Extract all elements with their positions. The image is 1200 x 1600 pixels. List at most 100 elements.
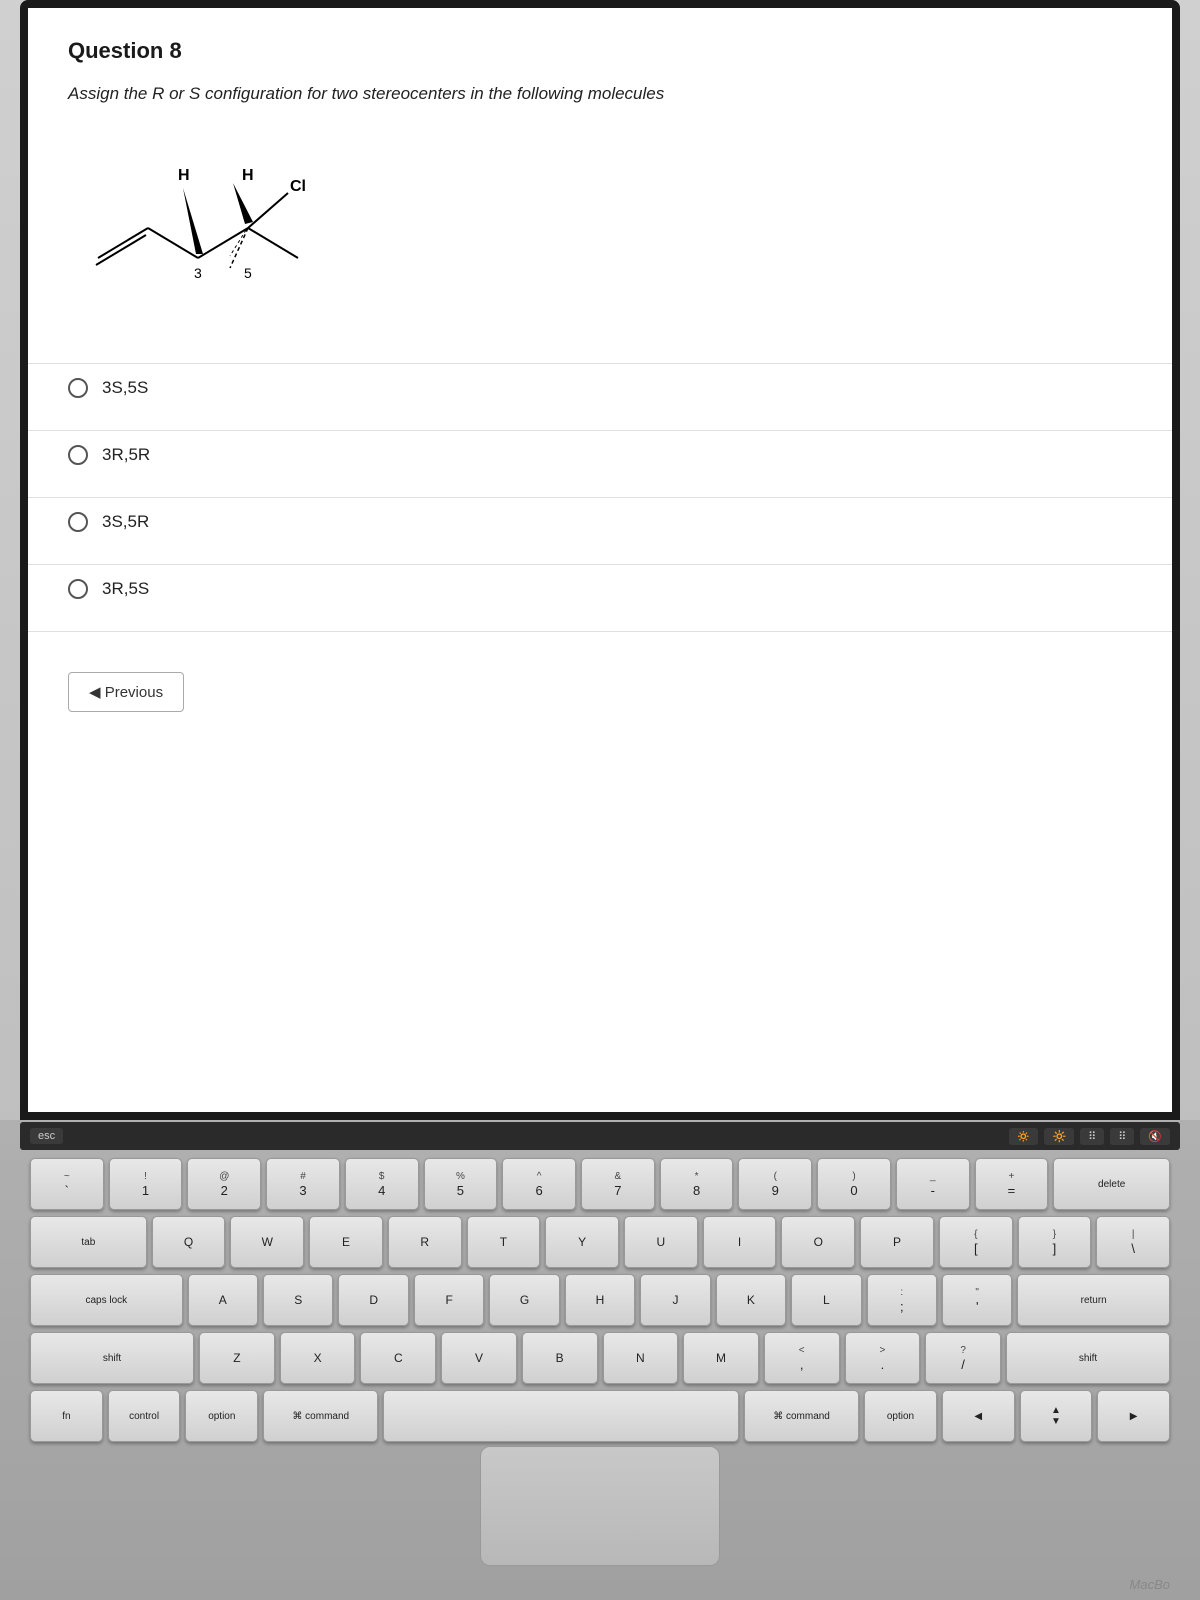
molecule-container: H 3 H 5 Cl [68, 128, 368, 333]
key-equals[interactable]: += [975, 1158, 1049, 1210]
key-7[interactable]: &7 [581, 1158, 655, 1210]
answer-choice-4[interactable]: 3R,5S [68, 579, 1132, 599]
tb-brightness-up[interactable]: 🔆 [1044, 1128, 1074, 1145]
key-arrow-left[interactable]: ◀ [942, 1390, 1015, 1442]
key-cmd-left[interactable]: ⌘ command [263, 1390, 378, 1442]
key-o[interactable]: O [781, 1216, 855, 1268]
key-bracket-open[interactable]: {[ [939, 1216, 1013, 1268]
key-backslash[interactable]: |\ [1096, 1216, 1170, 1268]
tb-volume-mute[interactable]: 🔇 [1140, 1128, 1170, 1145]
laptop-body: Question 8 Assign the R or S configurati… [0, 0, 1200, 1600]
key-5[interactable]: %5 [424, 1158, 498, 1210]
key-h[interactable]: H [565, 1274, 635, 1326]
previous-button[interactable]: ◀ Previous [68, 672, 184, 712]
key-j[interactable]: J [640, 1274, 710, 1326]
key-e[interactable]: E [309, 1216, 383, 1268]
key-slash[interactable]: ?/ [925, 1332, 1001, 1384]
key-caps[interactable]: caps lock [30, 1274, 183, 1326]
svg-text:H: H [178, 167, 190, 184]
key-shift-left[interactable]: shift [30, 1332, 194, 1384]
key-c[interactable]: C [360, 1332, 436, 1384]
key-4[interactable]: $4 [345, 1158, 419, 1210]
choice-row-2[interactable]: 3R,5R [68, 431, 1132, 497]
key-option-left[interactable]: option [185, 1390, 258, 1442]
tb-brightness-down[interactable]: 🔅 [1009, 1128, 1039, 1145]
key-d[interactable]: D [338, 1274, 408, 1326]
key-semicolon[interactable]: :; [867, 1274, 937, 1326]
key-2[interactable]: @2 [187, 1158, 261, 1210]
screen-content: Question 8 Assign the R or S configurati… [28, 8, 1172, 1112]
key-quote[interactable]: "' [942, 1274, 1012, 1326]
key-a[interactable]: A [188, 1274, 258, 1326]
key-cmd-right[interactable]: ⌘ command [744, 1390, 859, 1442]
tb-launchpad[interactable]: ⠿ [1110, 1128, 1134, 1145]
key-v[interactable]: V [441, 1332, 517, 1384]
key-tab[interactable]: tab [30, 1216, 147, 1268]
radio-button-2[interactable] [68, 445, 88, 465]
key-period[interactable]: >. [845, 1332, 921, 1384]
key-comma[interactable]: <, [764, 1332, 840, 1384]
key-0[interactable]: )0 [817, 1158, 891, 1210]
key-delete[interactable]: delete [1053, 1158, 1170, 1210]
choice-label-1: 3S,5S [102, 378, 148, 398]
key-p[interactable]: P [860, 1216, 934, 1268]
key-y[interactable]: Y [545, 1216, 619, 1268]
radio-button-1[interactable] [68, 378, 88, 398]
key-w[interactable]: W [230, 1216, 304, 1268]
key-minus[interactable]: _- [896, 1158, 970, 1210]
key-6[interactable]: ^6 [502, 1158, 576, 1210]
key-3[interactable]: #3 [266, 1158, 340, 1210]
key-t[interactable]: T [467, 1216, 541, 1268]
key-shift-right[interactable]: shift [1006, 1332, 1170, 1384]
key-row-5: fn control option ⌘ command ⌘ command op… [30, 1390, 1170, 1442]
quiz-container: Question 8 Assign the R or S configurati… [28, 8, 1172, 1112]
keyboard-rows: ~` !1 @2 #3 $4 %5 ^6 &7 *8 (9 )0 _- += d… [30, 1158, 1170, 1442]
key-m[interactable]: M [683, 1332, 759, 1384]
radio-button-3[interactable] [68, 512, 88, 532]
esc-key[interactable]: esc [30, 1128, 63, 1144]
trackpad[interactable] [480, 1446, 720, 1566]
key-arrow-right[interactable]: ▶ [1097, 1390, 1170, 1442]
key-fn[interactable]: fn [30, 1390, 103, 1442]
svg-text:H: H [242, 167, 254, 184]
key-arrow-updown[interactable]: ▲▼ [1020, 1390, 1093, 1442]
choice-label-3: 3S,5R [102, 512, 149, 532]
key-q[interactable]: Q [152, 1216, 226, 1268]
key-z[interactable]: Z [199, 1332, 275, 1384]
key-n[interactable]: N [603, 1332, 679, 1384]
key-r[interactable]: R [388, 1216, 462, 1268]
key-l[interactable]: L [791, 1274, 861, 1326]
key-space[interactable] [383, 1390, 739, 1442]
choice-row-1[interactable]: 3S,5S [68, 364, 1132, 430]
key-option-right[interactable]: option [864, 1390, 937, 1442]
key-x[interactable]: X [280, 1332, 356, 1384]
key-k[interactable]: K [716, 1274, 786, 1326]
key-f[interactable]: F [414, 1274, 484, 1326]
key-s[interactable]: S [263, 1274, 333, 1326]
key-g[interactable]: G [489, 1274, 559, 1326]
key-u[interactable]: U [624, 1216, 698, 1268]
key-8[interactable]: *8 [660, 1158, 734, 1210]
key-1[interactable]: !1 [109, 1158, 183, 1210]
key-9[interactable]: (9 [738, 1158, 812, 1210]
answer-choices: 3S,5S 3R,5R 3S,5R [68, 363, 1132, 632]
key-row-1: ~` !1 @2 #3 $4 %5 ^6 &7 *8 (9 )0 _- += d… [30, 1158, 1170, 1210]
key-return[interactable]: return [1017, 1274, 1170, 1326]
key-b[interactable]: B [522, 1332, 598, 1384]
answer-choice-1[interactable]: 3S,5S [68, 378, 1132, 398]
key-bracket-close[interactable]: }] [1018, 1216, 1092, 1268]
radio-button-4[interactable] [68, 579, 88, 599]
answer-choice-3[interactable]: 3S,5R [68, 512, 1132, 532]
svg-text:Cl: Cl [290, 178, 306, 195]
answer-choice-2[interactable]: 3R,5R [68, 445, 1132, 465]
key-ctrl[interactable]: control [108, 1390, 181, 1442]
key-i[interactable]: I [703, 1216, 777, 1268]
key-tilde[interactable]: ~` [30, 1158, 104, 1210]
keyboard-area: esc 🔅 🔆 ⠿ ⠿ 🔇 ~` !1 @2 #3 $4 %5 ^6 &7 *8 [0, 1120, 1200, 1600]
choice-row-4[interactable]: 3R,5S [68, 565, 1132, 631]
tb-mission-control[interactable]: ⠿ [1080, 1128, 1104, 1145]
choice-row-3[interactable]: 3S,5R [68, 498, 1132, 564]
svg-text:5: 5 [244, 265, 252, 281]
key-row-2: tab Q W E R T Y U I O P {[ }] |\ [30, 1216, 1170, 1268]
choice-label-2: 3R,5R [102, 445, 150, 465]
